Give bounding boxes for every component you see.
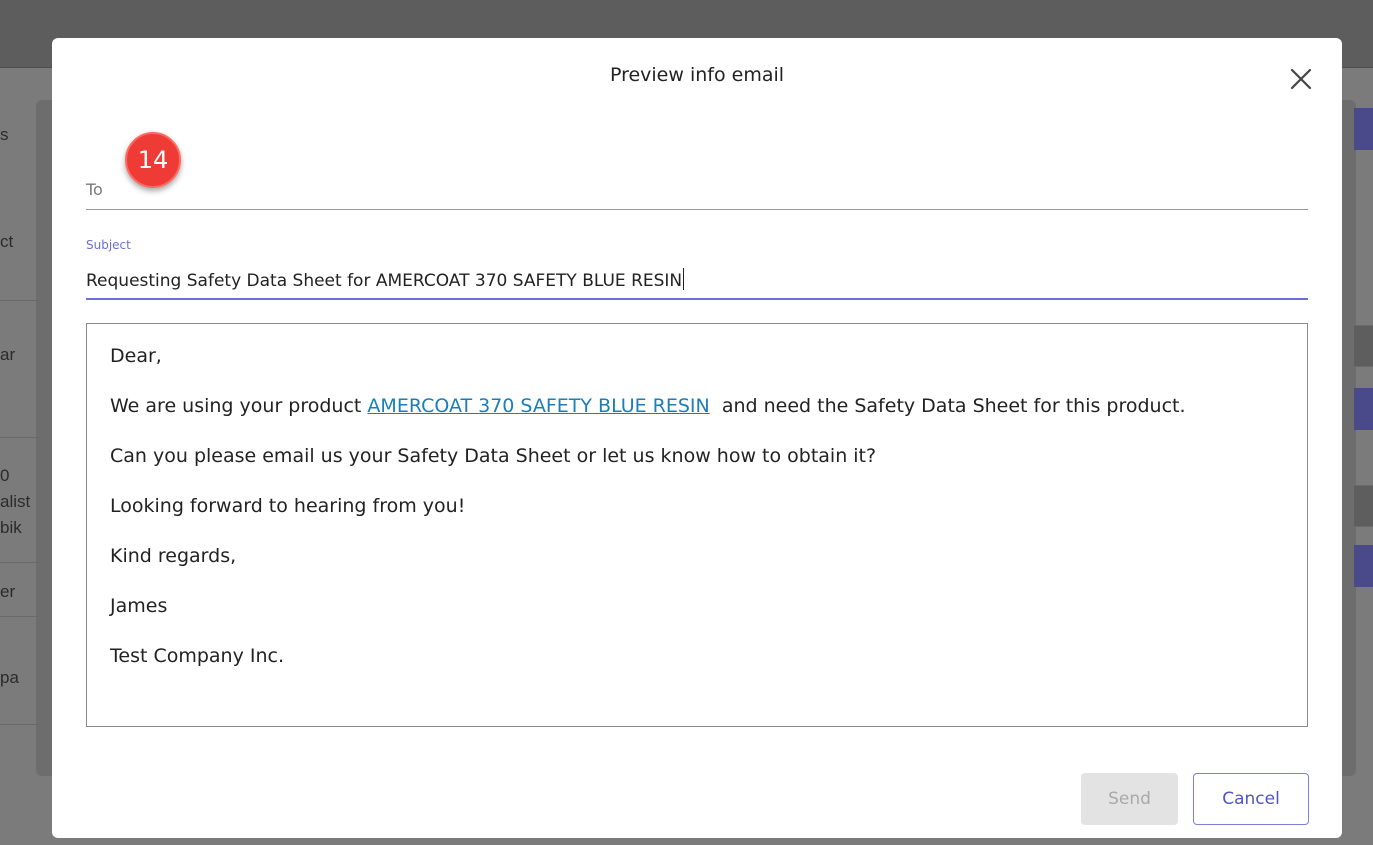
body-greeting: Dear,: [110, 345, 162, 367]
preview-email-dialog: Preview info email To 14 Subject Request…: [52, 38, 1342, 838]
background-text: bik: [0, 518, 22, 537]
background-text: alist: [0, 492, 31, 511]
background-divider: [0, 562, 40, 563]
background-text: ar: [0, 345, 16, 364]
cancel-button[interactable]: Cancel: [1193, 773, 1309, 825]
body-signature-company: Test Company Inc.: [110, 645, 285, 667]
background-divider: [0, 300, 40, 301]
body-paragraph-product: We are using your product AMERCOAT 370 S…: [110, 394, 1284, 419]
product-link[interactable]: AMERCOAT 370 SAFETY BLUE RESIN: [367, 395, 709, 417]
background-divider: [0, 616, 40, 617]
background-text: pa: [0, 668, 19, 687]
dialog-title: Preview info email: [609, 64, 785, 86]
background-field-strip: [1354, 485, 1373, 527]
subject-input[interactable]: Requesting Safety Data Sheet for AMERCOA…: [86, 268, 1286, 291]
background-divider: [0, 437, 40, 438]
text-caret: [683, 268, 685, 290]
background-field-strip: [1354, 325, 1373, 367]
background-text: ct: [0, 232, 14, 251]
body-signature-name: James: [110, 595, 168, 617]
close-button[interactable]: [1288, 66, 1314, 92]
to-field[interactable]: To: [86, 170, 1308, 210]
background-divider: [0, 724, 40, 725]
subject-label: Subject: [86, 238, 131, 252]
background-text: s: [0, 125, 9, 144]
background-text: 0: [0, 466, 10, 485]
step-badge: 14: [125, 132, 181, 188]
background-button-strip: [1354, 545, 1373, 587]
body-text: and need the Safety Data Sheet for this …: [709, 395, 1186, 417]
body-paragraph-request: Can you please email us your Safety Data…: [110, 445, 877, 467]
close-icon: [1290, 68, 1312, 90]
body-closing: Kind regards,: [110, 545, 237, 567]
send-button[interactable]: Send: [1081, 773, 1178, 825]
email-body-editor[interactable]: Dear, We are using your product AMERCOAT…: [86, 323, 1308, 727]
subject-field[interactable]: Subject Requesting Safety Data Sheet for…: [86, 234, 1308, 300]
body-paragraph-looking-forward: Looking forward to hearing from you!: [110, 495, 466, 517]
background-button-strip: [1354, 388, 1373, 430]
body-text: We are using your product: [110, 395, 368, 417]
to-label: To: [86, 180, 103, 199]
background-text: er: [0, 582, 16, 601]
background-button-strip: [1354, 108, 1373, 150]
subject-value: Requesting Safety Data Sheet for AMERCOA…: [86, 271, 683, 291]
